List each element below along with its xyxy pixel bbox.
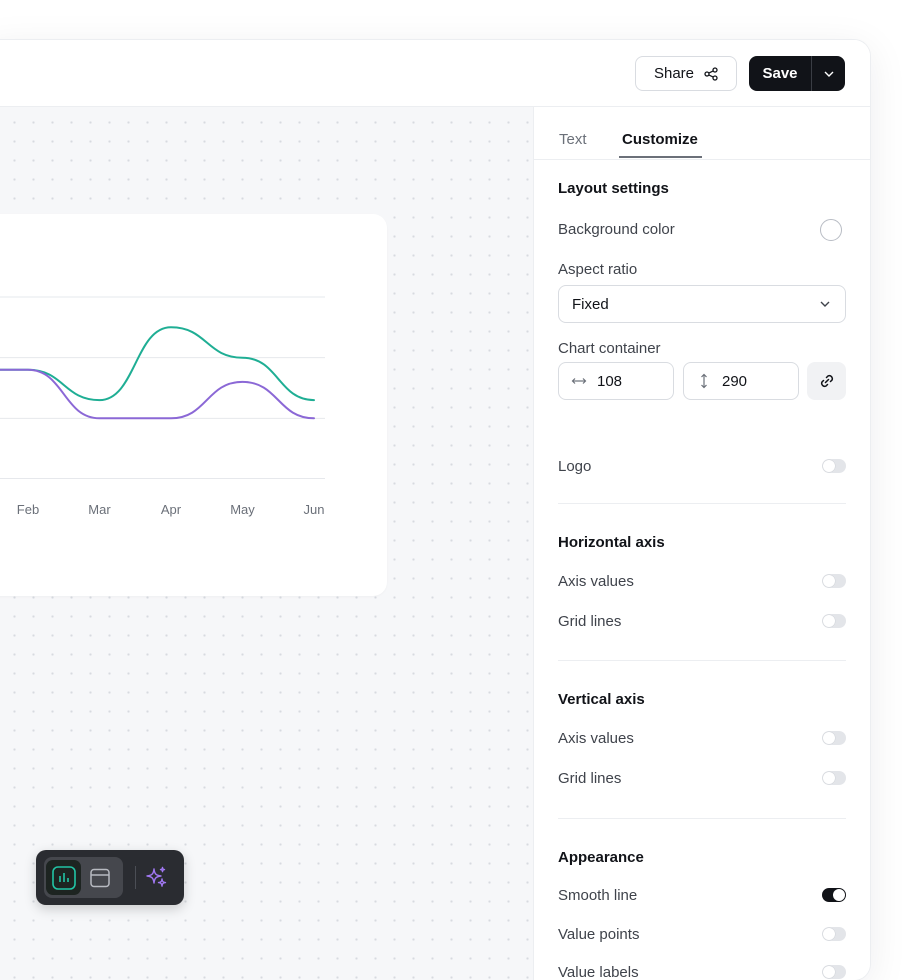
value-points-toggle[interactable] xyxy=(822,927,846,941)
editor-canvas[interactable]: Feb Mar Apr May Jun xyxy=(0,107,533,980)
container-height-input[interactable]: 290 xyxy=(683,362,799,400)
app-window: Share Save Feb Mar Apr May Jun Text Cust… xyxy=(0,40,870,980)
value-labels-label: Value labels xyxy=(558,964,639,980)
chart-card[interactable]: Feb Mar Apr May Jun xyxy=(0,214,387,596)
x-tick-label: Apr xyxy=(161,502,182,517)
horizontal-grid-lines-toggle[interactable] xyxy=(822,614,846,628)
appearance-title: Appearance xyxy=(558,849,644,866)
aspect-ratio-select[interactable]: Fixed xyxy=(558,285,846,323)
aspect-ratio-value: Fixed xyxy=(572,295,609,313)
vertical-axis-values-toggle[interactable] xyxy=(822,731,846,745)
logo-label: Logo xyxy=(558,458,592,475)
vertical-grid-lines-label: Grid lines xyxy=(558,770,622,787)
layout-settings-title: Layout settings xyxy=(558,180,669,197)
container-width-input[interactable]: 108 xyxy=(558,362,674,400)
background-color-label: Background color xyxy=(558,221,675,238)
horizontal-resize-icon xyxy=(571,378,587,384)
vertical-resize-icon xyxy=(701,373,707,389)
tab-text[interactable]: Text xyxy=(559,131,587,148)
sparkles-icon xyxy=(145,866,166,887)
active-tab-indicator xyxy=(619,156,702,158)
horizontal-axis-title: Horizontal axis xyxy=(558,534,665,551)
x-tick-label: May xyxy=(230,502,255,517)
chevron-down-icon xyxy=(820,301,830,307)
container-width-value: 108 xyxy=(597,372,623,390)
canvas-toolbar xyxy=(36,850,184,905)
link-icon xyxy=(820,374,833,388)
aspect-ratio-label: Aspect ratio xyxy=(558,261,638,278)
section-divider xyxy=(558,503,846,504)
chart-view-button[interactable] xyxy=(46,860,81,895)
chevron-down-icon xyxy=(824,71,833,77)
line-chart: Feb Mar Apr May Jun xyxy=(0,296,325,517)
background-color-swatch[interactable] xyxy=(820,219,842,241)
vertical-axis-title: Vertical axis xyxy=(558,691,645,708)
save-button[interactable]: Save xyxy=(749,56,811,91)
series-line-2 xyxy=(0,368,315,420)
vertical-axis-values-label: Axis values xyxy=(558,730,634,747)
layout-view-button[interactable] xyxy=(82,860,117,895)
save-options-button[interactable] xyxy=(811,56,845,91)
smooth-line-label: Smooth line xyxy=(558,887,638,904)
top-bar: Share Save xyxy=(0,40,870,107)
window-icon xyxy=(89,868,110,887)
toolbar-divider xyxy=(135,866,136,889)
ai-assist-button[interactable] xyxy=(138,860,173,895)
horizontal-grid-lines-label: Grid lines xyxy=(558,613,622,630)
share-icon xyxy=(704,66,718,81)
tab-customize[interactable]: Customize xyxy=(622,131,698,148)
settings-panel: Text Customize Layout settings Backgroun… xyxy=(533,107,870,980)
value-labels-toggle[interactable] xyxy=(822,965,846,979)
section-divider xyxy=(558,660,846,661)
panel-tabs: Text Customize xyxy=(534,107,870,160)
chart-container-label: Chart container xyxy=(558,340,661,357)
smooth-line-toggle[interactable] xyxy=(822,888,846,902)
share-button[interactable]: Share xyxy=(635,56,737,91)
bar-chart-icon xyxy=(51,865,76,890)
save-button-group: Save xyxy=(749,56,845,91)
link-dimensions-button[interactable] xyxy=(807,362,846,400)
x-tick-label: Feb xyxy=(17,502,39,517)
x-tick-label: Mar xyxy=(88,502,111,517)
horizontal-axis-values-label: Axis values xyxy=(558,573,634,590)
share-label: Share xyxy=(653,65,695,82)
horizontal-axis-values-toggle[interactable] xyxy=(822,574,846,588)
logo-toggle[interactable] xyxy=(822,459,846,473)
vertical-grid-lines-toggle[interactable] xyxy=(822,771,846,785)
x-tick-label: Jun xyxy=(304,502,325,517)
container-height-value: 290 xyxy=(722,372,748,390)
section-divider xyxy=(558,818,846,819)
value-points-label: Value points xyxy=(558,926,640,943)
